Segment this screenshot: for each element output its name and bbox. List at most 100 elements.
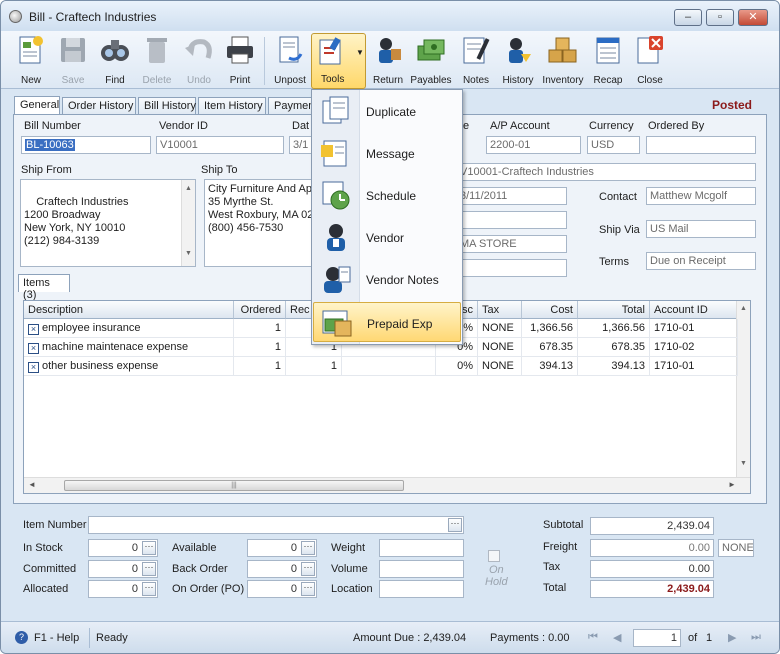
unpost-button[interactable]: Unpost	[271, 34, 309, 88]
find-button[interactable]: Find	[98, 34, 132, 88]
menu-item-duplicate[interactable]: Duplicate	[313, 91, 461, 131]
menu-item-vendor-notes[interactable]: Vendor Notes	[313, 259, 461, 299]
minimize-button[interactable]: –	[674, 9, 702, 26]
bill-date-field[interactable]: 3/11/2011	[456, 187, 567, 205]
tab-item-history[interactable]: Item History	[198, 97, 266, 115]
tab-general[interactable]: General	[14, 96, 60, 115]
location-field[interactable]: MA STORE	[456, 235, 567, 253]
grid-horizontal-scrollbar[interactable]: ◄ ||| ►	[24, 477, 750, 493]
vendor-id-field[interactable]: V10001	[156, 136, 284, 154]
first-page-icon[interactable]: ⏮	[588, 631, 598, 644]
col-ordered[interactable]: Ordered	[234, 301, 286, 319]
terms-label: Terms	[599, 256, 629, 268]
recap-button[interactable]: Recap	[591, 34, 625, 88]
blank-field-1[interactable]	[456, 211, 567, 229]
in-stock-lookup-button[interactable]: ···	[142, 541, 156, 555]
close-window-button[interactable]: ✕	[738, 9, 768, 26]
vendor-id-label: Vendor ID	[159, 120, 208, 132]
on-order-lookup-button[interactable]: ···	[301, 582, 315, 596]
blank-field-2[interactable]	[456, 259, 567, 277]
ship-via-label: Ship Via	[599, 224, 640, 236]
ship-to-label: Ship To	[201, 164, 238, 176]
volume-field[interactable]	[379, 560, 464, 578]
total-label: Total	[543, 582, 567, 594]
item-number-field[interactable]	[88, 516, 464, 534]
inventory-button[interactable]: Inventory	[541, 34, 585, 88]
location-bottom-field[interactable]	[379, 580, 464, 598]
on-hold-checkbox[interactable]	[488, 550, 500, 562]
grid-vertical-scrollbar[interactable]: ▲ ▼	[736, 301, 750, 477]
bill-number-field[interactable]: BL-10063	[21, 136, 151, 154]
vendor-person-icon	[319, 221, 353, 253]
available-lookup-button[interactable]: ···	[301, 541, 315, 555]
menu-item-schedule[interactable]: Schedule	[313, 175, 461, 215]
status-badge: Posted	[712, 98, 753, 112]
back-order-lookup-button[interactable]: ···	[301, 562, 315, 576]
contact-label: Contact	[599, 191, 637, 203]
delete-row-icon[interactable]: ×	[28, 362, 39, 373]
page-of-label: of	[688, 632, 698, 644]
subtotal-label: Subtotal	[543, 519, 584, 531]
page-number-input[interactable]: 1	[633, 629, 681, 647]
currency-field[interactable]: USD	[587, 136, 640, 154]
tab-items[interactable]: Items (3)	[18, 274, 70, 301]
payables-button[interactable]: Payables	[410, 34, 452, 88]
history-button[interactable]: History	[499, 34, 537, 88]
delete-row-icon[interactable]: ×	[28, 343, 39, 354]
message-icon	[319, 137, 353, 169]
tab-payment[interactable]: Payment	[268, 97, 314, 115]
payments-total: Payments : 0.00	[490, 632, 570, 644]
tab-order-history[interactable]: Order History	[62, 97, 136, 115]
weight-field[interactable]	[379, 539, 464, 557]
menu-item-vendor[interactable]: Vendor	[313, 217, 461, 257]
in-stock-label: In Stock	[23, 542, 63, 554]
scrollbar-thumb[interactable]: |||	[64, 480, 404, 491]
back-order-label: Back Order	[172, 563, 228, 575]
last-page-icon[interactable]: ⏭	[751, 631, 761, 644]
delete-row-icon[interactable]: ×	[28, 324, 39, 335]
undo-button[interactable]: Undo	[182, 34, 216, 88]
next-page-icon[interactable]: ▶	[728, 631, 736, 644]
toolbar: New Save Find Delete Undo Print Unpost ▼…	[1, 31, 779, 89]
menu-item-prepaid-exp[interactable]: Prepaid Exp	[313, 302, 461, 342]
terms-field[interactable]: Due on Receipt	[646, 252, 756, 270]
item-lookup-button[interactable]: ···	[448, 518, 462, 532]
col-tax[interactable]: Tax	[478, 301, 522, 319]
close-button[interactable]: Close	[633, 34, 667, 88]
ordered-by-field[interactable]	[646, 136, 756, 154]
ap-account-field[interactable]: 2200-01	[486, 136, 581, 154]
col-description[interactable]: Description	[24, 301, 234, 319]
freight-tax-field[interactable]: NONE	[718, 539, 754, 557]
help-link[interactable]: F1 - Help	[34, 632, 79, 644]
tax-field: 0.00	[590, 560, 714, 578]
ship-from-address[interactable]: Craftech Industries 1200 Broadway New Yo…	[20, 179, 196, 267]
notes-button[interactable]: Notes	[459, 34, 493, 88]
contact-field[interactable]: Matthew Mcgolf	[646, 187, 756, 205]
freight-field[interactable]: 0.00	[590, 539, 714, 557]
window-title: Bill - Craftech Industries	[29, 10, 157, 24]
printer-icon	[223, 34, 257, 66]
ship-to-address[interactable]: City Furniture And Ap 35 Myrthe St. West…	[204, 179, 314, 267]
return-button[interactable]: Return	[369, 34, 407, 88]
type-label: e	[463, 120, 470, 132]
delete-button[interactable]: Delete	[140, 34, 174, 88]
save-button[interactable]: Save	[56, 34, 90, 88]
date-field[interactable]: 3/1	[289, 136, 313, 154]
maximize-button[interactable]: ▫	[706, 9, 734, 26]
ship-from-scrollbar[interactable]: ▲ ▼	[181, 180, 195, 266]
col-total[interactable]: Total	[578, 301, 650, 319]
vendor-name-field[interactable]: V10001-Craftech Industries	[456, 163, 756, 181]
allocated-lookup-button[interactable]: ···	[142, 582, 156, 596]
menu-item-message[interactable]: Message	[313, 133, 461, 173]
new-button[interactable]: New	[13, 34, 49, 88]
tax-label: Tax	[543, 561, 561, 573]
committed-lookup-button[interactable]: ···	[142, 562, 156, 576]
print-button[interactable]: Print	[223, 34, 257, 88]
help-icon[interactable]: ?	[15, 631, 28, 644]
prev-page-icon[interactable]: ◀	[613, 631, 621, 644]
tools-button[interactable]: ▼ Tools	[311, 33, 366, 89]
tab-bill-history[interactable]: Bill History	[138, 97, 196, 115]
col-cost[interactable]: Cost	[522, 301, 578, 319]
ship-via-field[interactable]: US Mail	[646, 220, 756, 238]
col-account-id[interactable]: Account ID	[650, 301, 738, 319]
